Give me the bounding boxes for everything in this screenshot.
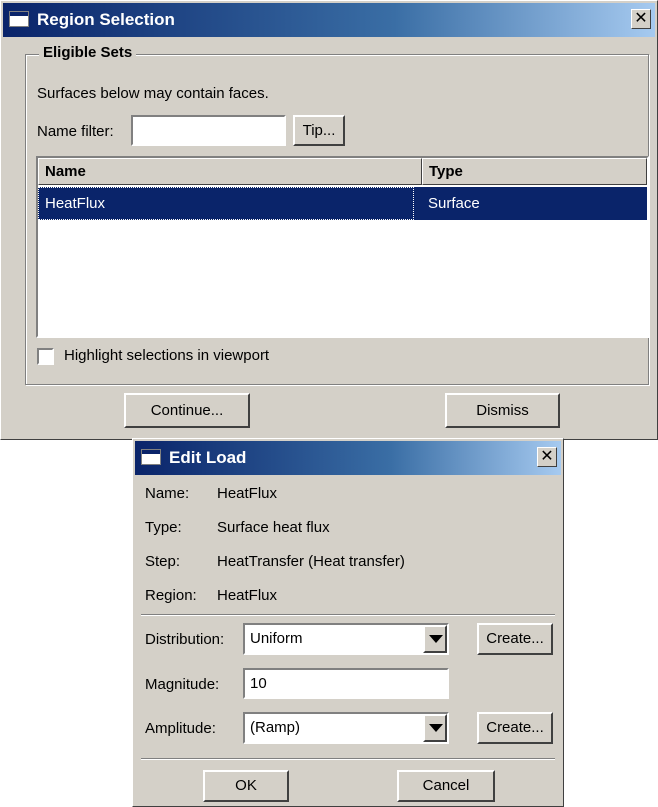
magnitude-input[interactable]: 10 (243, 668, 449, 699)
name-filter-label: Name filter: (37, 123, 114, 140)
info-separator (141, 614, 555, 616)
chevron-down-icon[interactable] (423, 625, 447, 653)
eligible-sets-info-text: Surfaces below may contain faces. (37, 85, 269, 102)
ok-button[interactable]: OK (203, 770, 289, 802)
load-region-value: HeatFlux (217, 587, 278, 604)
highlight-selections-checkbox[interactable] (37, 348, 54, 365)
column-header-name[interactable]: Name (38, 158, 422, 185)
eligible-sets-table[interactable]: Name Type HeatFlux Surface (36, 156, 649, 338)
distribution-value: Uniform (250, 630, 303, 647)
load-step-label: Step: (145, 553, 181, 570)
edit-load-dialog: Edit Load ✕ Name: HeatFlux Type: Surface… (132, 438, 564, 807)
magnitude-label: Magnitude: (145, 676, 220, 693)
column-header-type[interactable]: Type (422, 158, 647, 185)
table-cell-name: HeatFlux (38, 187, 414, 220)
distribution-select[interactable]: Uniform (243, 623, 449, 655)
highlight-selections-label[interactable]: Highlight selections in viewport (64, 347, 269, 364)
amplitude-value: (Ramp) (250, 719, 301, 736)
table-row[interactable]: HeatFlux Surface (38, 187, 647, 220)
region-selection-title: Region Selection (37, 10, 175, 29)
load-type-value: Surface heat flux (217, 519, 330, 536)
eligible-sets-group-title: Eligible Sets (39, 44, 137, 61)
magnitude-value: 10 (250, 675, 267, 692)
load-name-label: Name: (145, 485, 190, 502)
dismiss-button[interactable]: Dismiss (445, 393, 560, 428)
distribution-create-button[interactable]: Create... (477, 623, 553, 655)
cancel-button[interactable]: Cancel (397, 770, 495, 802)
amplitude-create-button[interactable]: Create... (477, 712, 553, 744)
region-selection-dialog: Region Selection ✕ Eligible Sets Surface… (0, 0, 658, 440)
buttons-separator (141, 758, 555, 760)
load-type-label: Type: (145, 519, 182, 536)
window-icon (9, 11, 29, 27)
close-icon[interactable]: ✕ (537, 447, 557, 467)
edit-load-titlebar[interactable]: Edit Load ✕ (135, 441, 561, 475)
load-step-value: HeatTransfer (Heat transfer) (217, 553, 405, 570)
load-name-value: HeatFlux (217, 485, 278, 502)
name-filter-input[interactable] (131, 115, 286, 146)
tip-button[interactable]: Tip... (293, 115, 345, 146)
region-selection-titlebar[interactable]: Region Selection ✕ (3, 3, 655, 37)
table-cell-type: Surface (428, 195, 480, 212)
distribution-label: Distribution: (145, 631, 225, 648)
chevron-down-icon[interactable] (423, 714, 447, 742)
amplitude-select[interactable]: (Ramp) (243, 712, 449, 744)
amplitude-label: Amplitude: (145, 720, 216, 737)
close-icon[interactable]: ✕ (631, 9, 651, 29)
load-region-label: Region: (145, 587, 197, 604)
window-icon (141, 449, 161, 465)
continue-button[interactable]: Continue... (124, 393, 250, 428)
edit-load-title: Edit Load (169, 448, 247, 467)
